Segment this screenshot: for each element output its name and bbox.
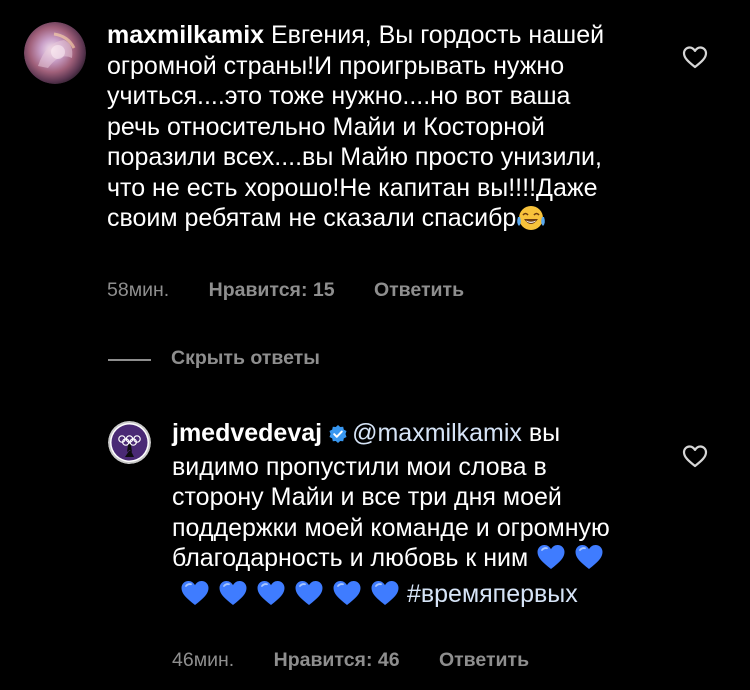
blue-heart-icon xyxy=(332,579,362,615)
reply-time: 46мин. xyxy=(172,649,235,671)
comment-likes[interactable]: Нравится: 15 xyxy=(209,279,335,301)
blue-heart-icon xyxy=(294,579,324,615)
comment-username[interactable]: maxmilkamix xyxy=(107,21,264,49)
avatar[interactable] xyxy=(24,22,86,84)
comment-time: 58мин. xyxy=(107,279,170,301)
blue-heart-icon xyxy=(218,579,248,615)
like-heart-icon[interactable] xyxy=(681,44,709,70)
like-heart-icon[interactable] xyxy=(681,443,709,469)
reply-avatar-image xyxy=(108,421,151,464)
reply-text: jmedvedevaj @maxmilkamix вы видимо пропу… xyxy=(172,418,642,614)
blue-heart-icon xyxy=(256,579,286,615)
hide-replies-line xyxy=(108,359,151,361)
user-avatar-image xyxy=(24,22,86,84)
blue-heart-icon xyxy=(370,579,400,615)
reply-button[interactable]: Ответить xyxy=(439,649,529,671)
comment-body: Евгения, Вы гордость нашей огромной стра… xyxy=(107,21,605,232)
reply-item: jmedvedevaj @maxmilkamix вы видимо пропу… xyxy=(0,410,750,690)
hide-replies-button[interactable]: Скрыть ответы xyxy=(171,347,320,370)
reply-hashtag-link[interactable]: #времяпервых xyxy=(407,580,578,608)
reply-username[interactable]: jmedvedevaj xyxy=(172,419,322,447)
face-with-tears-of-joy-icon xyxy=(516,203,546,239)
reply-meta: 46мин. Нравится: 46 Ответить xyxy=(172,649,529,672)
comment-item: maxmilkamix Евгения, Вы гордость нашей о… xyxy=(0,0,750,310)
blue-heart-icon xyxy=(536,543,566,579)
verified-badge-icon xyxy=(328,421,348,452)
comment-meta: 58мин. Нравится: 15 Ответить xyxy=(107,279,464,302)
avatar[interactable] xyxy=(108,421,151,464)
reply-mention-link[interactable]: @maxmilkamix xyxy=(352,419,522,447)
reply-button[interactable]: Ответить xyxy=(374,279,464,301)
blue-heart-icon xyxy=(574,543,604,579)
comment-text: maxmilkamix Евгения, Вы гордость нашей о… xyxy=(107,20,627,239)
blue-heart-icon xyxy=(180,579,210,615)
reply-likes[interactable]: Нравится: 46 xyxy=(274,649,400,671)
